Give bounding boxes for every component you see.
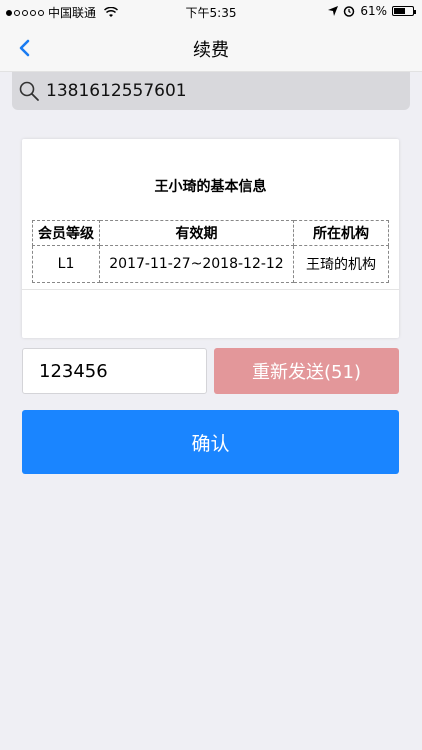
battery-fill bbox=[394, 8, 405, 14]
status-bar: 中国联通 下午5:35 61% bbox=[0, 0, 422, 24]
card-title: 王小琦的基本信息 bbox=[154, 179, 267, 195]
location-arrow-icon bbox=[328, 6, 339, 16]
cell-validity: 2017-11-27~2018-12-12 bbox=[99, 245, 294, 283]
column-header-org: 所在机构 bbox=[293, 220, 389, 246]
search-input[interactable]: 1381612557601 bbox=[46, 81, 187, 101]
battery-percent: 61% bbox=[360, 4, 387, 18]
member-info-card: 王小琦的基本信息 会员等级 有效期 所在机构 L1 2017-11-27~201… bbox=[22, 139, 399, 338]
nav-bar: 续费 bbox=[0, 24, 422, 72]
column-header-level: 会员等级 bbox=[32, 220, 100, 246]
table-row: L1 2017-11-27~2018-12-12 王琦的机构 bbox=[32, 245, 389, 283]
card-divider bbox=[22, 289, 399, 290]
resend-code-button[interactable]: 重新发送(51) bbox=[214, 348, 399, 394]
member-info-table: 会员等级 有效期 所在机构 L1 2017-11-27~2018-12-12 王… bbox=[32, 220, 389, 283]
search-icon bbox=[19, 81, 39, 101]
status-right: 61% bbox=[328, 4, 416, 18]
column-header-validity: 有效期 bbox=[99, 220, 294, 246]
cell-level: L1 bbox=[32, 245, 100, 283]
cell-org: 王琦的机构 bbox=[293, 245, 389, 283]
search-bar[interactable]: 1381612557601 bbox=[12, 72, 410, 110]
table-header-row: 会员等级 有效期 所在机构 bbox=[32, 220, 389, 246]
confirm-button[interactable]: 确认 bbox=[22, 410, 399, 474]
page-title: 续费 bbox=[193, 40, 229, 61]
battery-icon bbox=[392, 6, 416, 16]
alarm-icon bbox=[344, 6, 355, 17]
verification-code-input[interactable]: 123456 bbox=[22, 348, 207, 394]
